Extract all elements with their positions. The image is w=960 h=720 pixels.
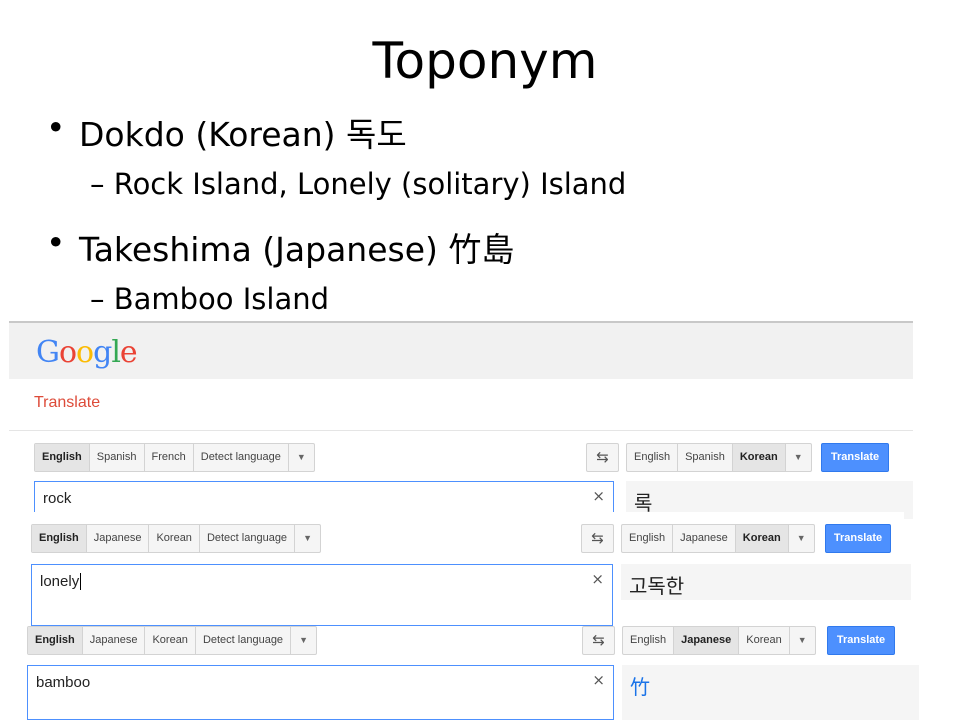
language-option-english[interactable]: English (623, 627, 675, 654)
language-option-japanese[interactable]: Japanese (83, 627, 146, 654)
language-option-korean[interactable]: Korean (735, 525, 789, 552)
language-option-detect-language[interactable]: Detect language (194, 444, 289, 471)
swap-languages-button[interactable]: ⇆ (581, 524, 614, 553)
clear-icon[interactable]: × (592, 487, 605, 505)
language-option-english[interactable]: English (35, 444, 90, 471)
clear-icon[interactable]: × (592, 671, 605, 689)
language-option-english[interactable]: English (627, 444, 679, 471)
language-option-english[interactable]: English (28, 627, 83, 654)
clear-icon[interactable]: × (591, 570, 604, 588)
target-language-bar: English Japanese Korean ▼ (622, 626, 816, 655)
language-option-spanish[interactable]: Spanish (90, 444, 145, 471)
google-header: Google (9, 321, 913, 379)
chevron-down-icon[interactable]: ▼ (786, 444, 811, 471)
source-text-input[interactable]: bamboo × (27, 665, 614, 720)
slide-title: Toponym (372, 32, 598, 90)
source-text-value: bamboo (36, 674, 91, 691)
chevron-down-icon[interactable]: ▼ (289, 444, 314, 471)
chevron-down-icon[interactable]: ▼ (291, 627, 316, 654)
sub-bullet-takeshima: – Bamboo Island (90, 282, 330, 316)
language-option-japanese[interactable]: Japanese (673, 525, 736, 552)
translation-output: 고독한 (621, 564, 911, 600)
header-divider (9, 430, 913, 431)
language-option-detect-language[interactable]: Detect language (200, 525, 296, 552)
google-logo-letter: o (76, 335, 94, 370)
language-option-korean[interactable]: Korean (145, 627, 196, 654)
bullet-takeshima: • Takeshima (Japanese) 竹島 (46, 223, 515, 271)
google-logo[interactable]: Google (36, 335, 138, 370)
swap-arrows-icon: ⇆ (596, 448, 609, 466)
translate-app-title[interactable]: Translate (34, 394, 100, 412)
source-language-bar: English Spanish French Detect language ▼ (34, 443, 315, 472)
language-option-english[interactable]: English (32, 525, 87, 552)
translate-button[interactable]: Translate (827, 626, 895, 655)
translation-output: 竹 (622, 665, 919, 720)
text-cursor (80, 573, 82, 590)
language-option-english[interactable]: English (622, 525, 674, 552)
translate-button[interactable]: Translate (825, 524, 891, 553)
target-language-bar: English Spanish Korean ▼ (626, 443, 812, 472)
language-option-japanese[interactable]: Japanese (87, 525, 150, 552)
language-option-korean[interactable]: Korean (732, 444, 786, 471)
language-option-french[interactable]: French (145, 444, 194, 471)
google-logo-letter: e (119, 335, 138, 370)
language-option-korean[interactable]: Korean (149, 525, 200, 552)
bullet-text: Takeshima (Japanese) 竹島 (79, 230, 515, 269)
source-text-value: lonely (40, 573, 80, 590)
bullet-dokdo: • Dokdo (Korean) 독도 (46, 108, 407, 156)
swap-languages-button[interactable]: ⇆ (582, 626, 615, 655)
google-logo-letter: o (58, 335, 77, 370)
chevron-down-icon[interactable]: ▼ (789, 525, 814, 552)
source-text-input[interactable]: lonely × (31, 564, 613, 626)
google-logo-letter: g (93, 335, 112, 370)
bullet-dot: • (46, 108, 66, 147)
swap-arrows-icon: ⇆ (591, 529, 604, 547)
bullet-text: Dokdo (Korean) 독도 (79, 115, 407, 154)
target-language-bar: English Japanese Korean ▼ (621, 524, 815, 553)
sub-bullet-dokdo: – Rock Island, Lonely (solitary) Island (90, 167, 627, 201)
chevron-down-icon[interactable]: ▼ (790, 627, 815, 654)
google-logo-letter: G (36, 335, 60, 370)
source-text-value: rock (43, 490, 72, 507)
chevron-down-icon[interactable]: ▼ (295, 525, 320, 552)
translate-button[interactable]: Translate (821, 443, 889, 472)
source-language-bar: English Japanese Korean Detect language ▼ (27, 626, 317, 655)
language-option-detect-language[interactable]: Detect language (196, 627, 292, 654)
source-language-bar: English Japanese Korean Detect language ▼ (31, 524, 321, 553)
swap-arrows-icon: ⇆ (592, 631, 605, 649)
language-option-japanese[interactable]: Japanese (674, 627, 740, 654)
google-logo-letter: l (111, 335, 121, 370)
bullet-dot: • (46, 223, 66, 262)
swap-languages-button[interactable]: ⇆ (586, 443, 619, 472)
language-option-korean[interactable]: Korean (739, 627, 790, 654)
language-option-spanish[interactable]: Spanish (678, 444, 733, 471)
